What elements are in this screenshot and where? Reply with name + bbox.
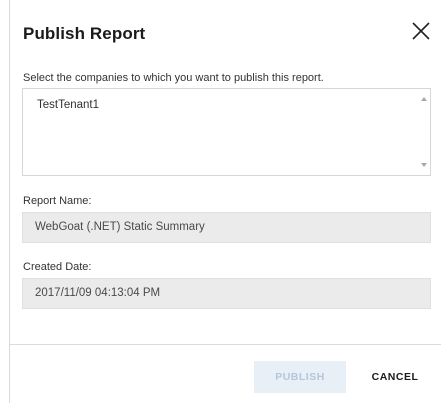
footer-divider (10, 344, 441, 345)
scroll-up-arrow-icon[interactable] (421, 97, 427, 101)
publish-report-dialog: Publish Report Select the companies to w… (0, 0, 441, 403)
list-item[interactable]: TestTenant1 (37, 99, 99, 111)
created-date-label: Created Date: (23, 261, 92, 273)
report-name-field: WebGoat (.NET) Static Summary (22, 212, 431, 243)
scroll-down-arrow-icon[interactable] (421, 163, 427, 167)
created-date-field: 2017/11/09 04:13:04 PM (22, 278, 431, 309)
companies-label: Select the companies to which you want t… (23, 72, 324, 84)
cancel-button[interactable]: CANCEL (356, 361, 434, 393)
companies-listbox[interactable]: TestTenant1 (22, 88, 431, 176)
dialog-left-border (9, 0, 10, 403)
publish-button[interactable]: PUBLISH (254, 361, 346, 393)
report-name-label: Report Name: (23, 195, 92, 207)
close-icon[interactable] (410, 20, 432, 42)
dialog-title: Publish Report (23, 24, 146, 43)
